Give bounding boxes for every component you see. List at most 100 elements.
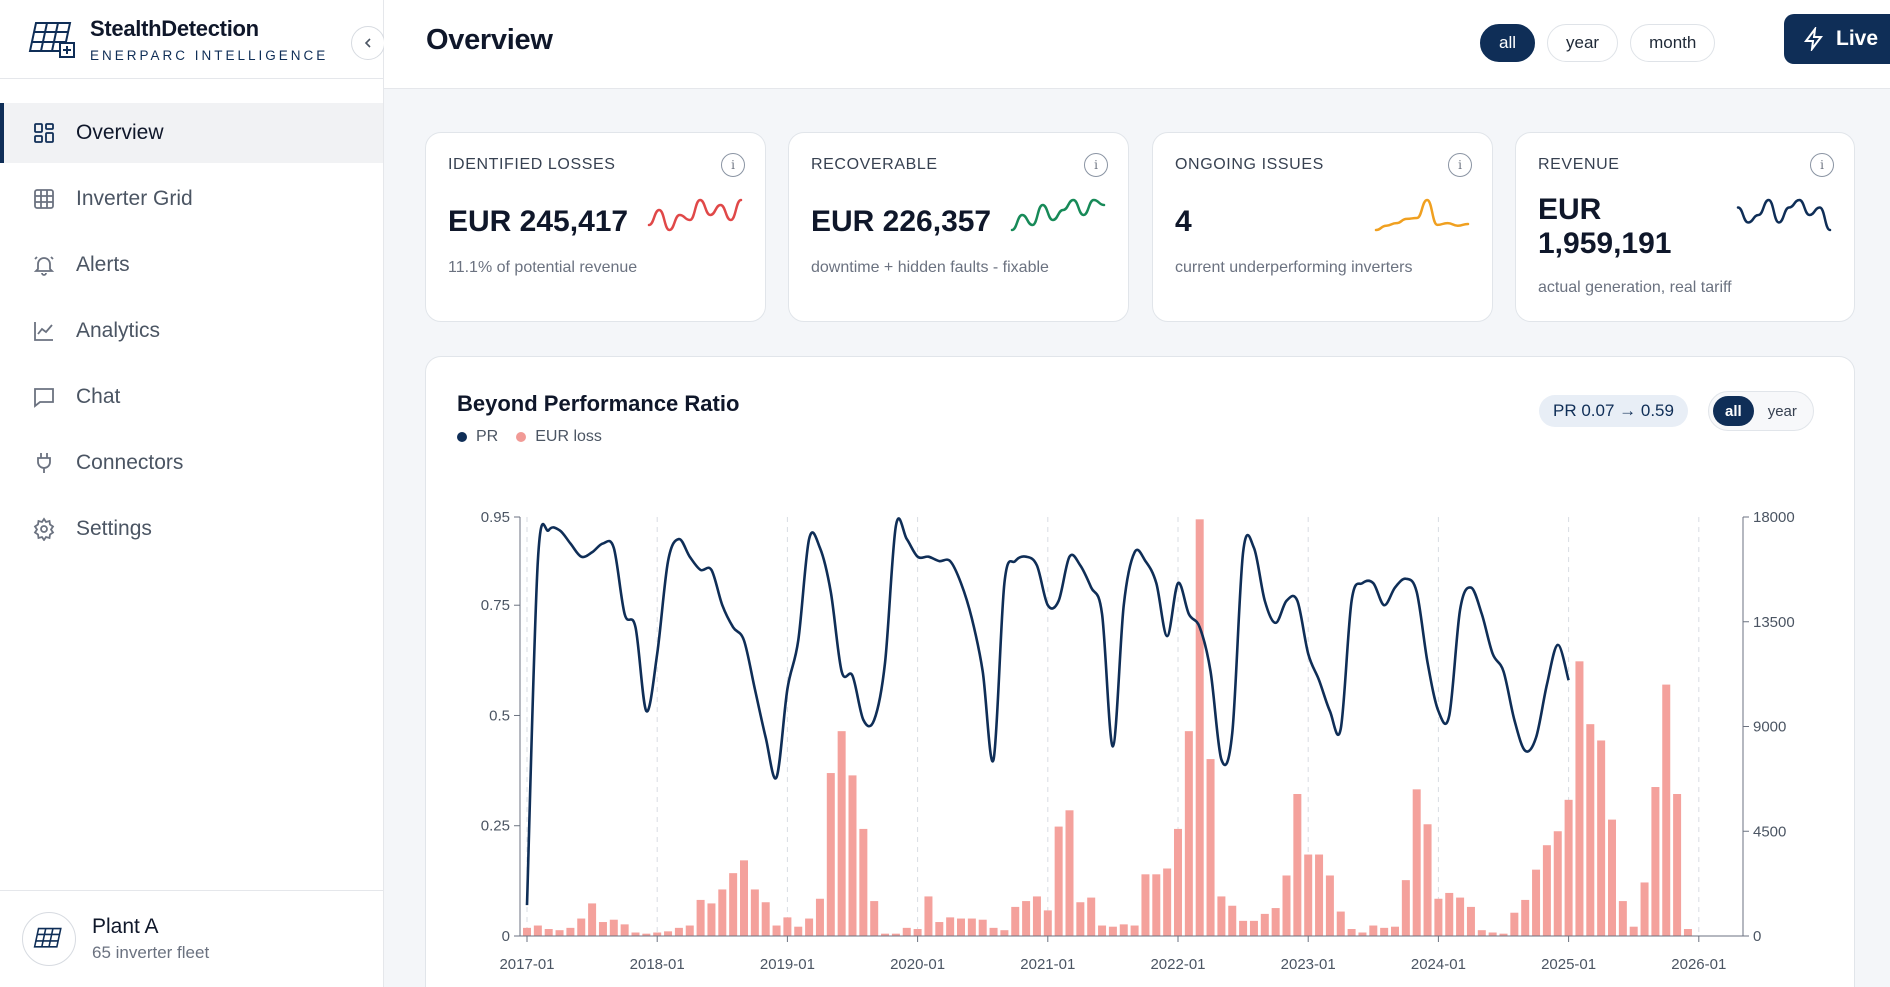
- eur-loss-bar: [598, 922, 607, 936]
- plant-selector[interactable]: Plant A 65 inverter fleet: [0, 890, 384, 987]
- sidebar-item-label: Inverter Grid: [76, 187, 193, 210]
- bell-icon: [30, 251, 58, 279]
- range-all-button[interactable]: all: [1480, 24, 1536, 62]
- sidebar-item-label: Analytics: [76, 319, 161, 342]
- kpi-card-recoverable: RECOVERABLE i EUR 226,357 downtime + hid…: [788, 132, 1129, 322]
- eur-loss-bar: [1401, 880, 1410, 936]
- eur-loss-bar: [1022, 901, 1031, 936]
- left-tick-label: 0.95: [481, 509, 510, 526]
- solar-panel-icon: [33, 927, 62, 948]
- x-tick-label: 2017-01: [499, 956, 554, 973]
- collapse-sidebar-button[interactable]: [351, 26, 385, 60]
- eur-loss-bar: [826, 773, 835, 936]
- right-tick-label: 0: [1753, 928, 1761, 945]
- eur-loss-bar: [1640, 882, 1649, 936]
- sidebar-item-connectors[interactable]: Connectors: [0, 433, 383, 493]
- eur-loss-bar: [1032, 896, 1041, 936]
- right-tick-label: 18000: [1753, 509, 1795, 526]
- sparkline-path: [1374, 198, 1470, 232]
- eur-loss-bar: [946, 917, 955, 936]
- eur-loss-bar: [1217, 896, 1226, 936]
- eur-loss-bar: [1456, 897, 1465, 936]
- eur-loss-bar: [815, 898, 824, 936]
- eur-loss-bar: [1608, 819, 1616, 936]
- grid-icon: [30, 119, 58, 147]
- eur-loss-bar: [523, 927, 531, 936]
- gear-icon: [30, 515, 58, 543]
- eur-loss-bar: [1673, 794, 1682, 936]
- sidebar-item-overview[interactable]: Overview: [0, 103, 383, 163]
- eur-loss-bar: [978, 919, 987, 936]
- eur-loss-bar: [1293, 794, 1302, 936]
- right-tick-label: 9000: [1753, 719, 1786, 736]
- eur-loss-bar: [1542, 845, 1551, 936]
- sparkline-path: [1010, 198, 1106, 232]
- sparkline: [1736, 198, 1832, 232]
- sidebar-item-analytics[interactable]: Analytics: [0, 301, 383, 361]
- sparkline: [1010, 198, 1106, 232]
- eur-loss-bar: [1586, 724, 1595, 936]
- eur-loss-bar: [1282, 875, 1291, 936]
- eur-loss-bar: [1553, 831, 1562, 936]
- kpi-card-ongoing-issues: ONGOING ISSUES i 4 current underperformi…: [1152, 132, 1493, 322]
- eur-loss-bar: [1163, 868, 1172, 936]
- eur-loss-bar: [1108, 926, 1117, 936]
- left-tick-label: 0.5: [489, 707, 510, 724]
- sidebar-item-chat[interactable]: Chat: [0, 367, 383, 427]
- live-button[interactable]: Live: [1784, 14, 1890, 64]
- sidebar-item-inverter-grid[interactable]: Inverter Grid: [0, 169, 383, 229]
- lightning-icon: [1804, 27, 1823, 51]
- eur-loss-bar: [718, 889, 727, 936]
- eur-loss-bar: [1184, 731, 1193, 936]
- eur-loss-bar: [1683, 929, 1692, 936]
- range-year-button[interactable]: year: [1547, 24, 1619, 62]
- eur-loss-bar: [1304, 854, 1313, 936]
- eur-loss-bar: [1347, 929, 1356, 936]
- kpi-subtitle: current underperforming inverters: [1175, 259, 1413, 276]
- x-tick-label: 2018-01: [630, 956, 685, 973]
- sidebar-item-label: Alerts: [76, 253, 130, 276]
- eur-loss-bar: [1336, 911, 1345, 936]
- eur-loss-bar: [631, 932, 640, 936]
- info-icon[interactable]: i: [1810, 153, 1834, 177]
- sidebar-item-label: Chat: [76, 385, 121, 408]
- eur-loss-bar: [1651, 787, 1660, 936]
- eur-loss-bar: [1575, 661, 1584, 936]
- eur-loss-bar: [1488, 932, 1497, 936]
- eur-loss-bar: [707, 903, 716, 936]
- eur-loss-bar: [1228, 905, 1237, 936]
- eur-loss-bar: [740, 860, 748, 936]
- left-tick-label: 0.75: [481, 597, 510, 614]
- eur-loss-bar: [761, 902, 770, 936]
- brand-text: StealthDetection ENERPARC INTELLIGENCE: [90, 16, 328, 63]
- eur-loss-bar: [555, 930, 564, 936]
- brand-name: StealthDetection: [90, 15, 259, 41]
- info-icon[interactable]: i: [721, 153, 745, 177]
- brand-subtitle: ENERPARC INTELLIGENCE: [90, 47, 329, 63]
- kpi-label: RECOVERABLE: [811, 156, 938, 173]
- eur-loss-bar: [1445, 892, 1454, 936]
- range-month-button[interactable]: month: [1630, 24, 1716, 62]
- eur-loss-bar: [1054, 826, 1063, 936]
- plant-subtitle: 65 inverter fleet: [92, 943, 210, 962]
- info-icon[interactable]: i: [1448, 153, 1472, 177]
- kpi-card-identified-losses: IDENTIFIED LOSSES i EUR 245,417 11.1% of…: [425, 132, 766, 322]
- eur-loss-bar: [577, 918, 586, 936]
- eur-loss-bar: [1532, 869, 1541, 936]
- eur-loss-bar: [837, 731, 846, 936]
- eur-loss-bar: [783, 917, 792, 936]
- sidebar-item-settings[interactable]: Settings: [0, 499, 383, 559]
- solar-panel-logo-icon: [28, 22, 75, 58]
- eur-loss-bar: [902, 927, 911, 936]
- chat-icon: [30, 383, 58, 411]
- chart-card: Beyond Performance Ratio PR EUR loss PR …: [425, 356, 1855, 987]
- eur-loss-bar: [1098, 925, 1107, 936]
- eur-loss-bar: [1000, 930, 1009, 936]
- x-tick-label: 2024-01: [1411, 956, 1466, 973]
- eur-loss-bar: [870, 901, 879, 936]
- info-icon[interactable]: i: [1084, 153, 1108, 177]
- sidebar-item-alerts[interactable]: Alerts: [0, 235, 383, 295]
- live-button-label: Live: [1836, 27, 1879, 50]
- sparkline: [647, 198, 743, 232]
- eur-loss-bar: [1466, 906, 1475, 936]
